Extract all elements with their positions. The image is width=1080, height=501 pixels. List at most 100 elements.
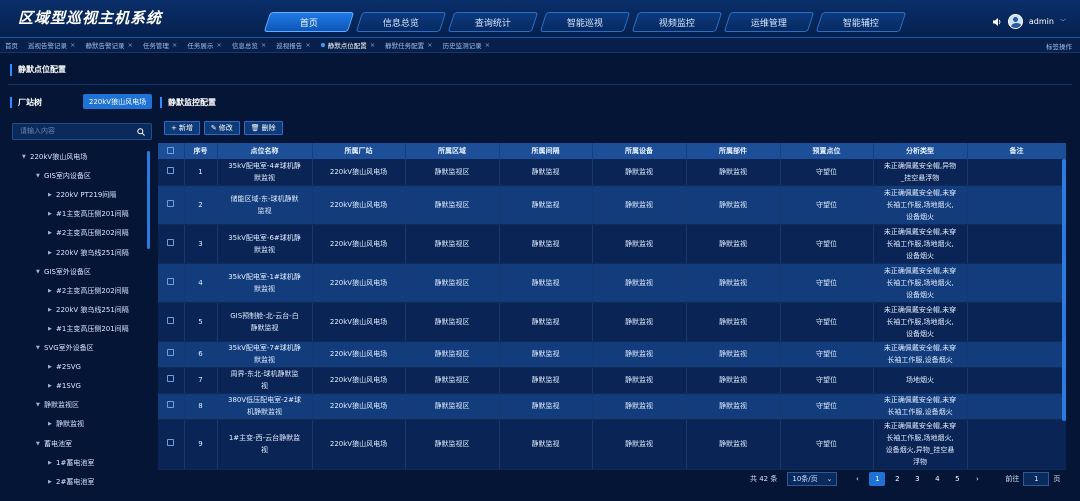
close-icon[interactable]: ×	[485, 41, 490, 49]
page-2-button[interactable]: 2	[889, 472, 905, 486]
page-5-button[interactable]: 5	[949, 472, 965, 486]
close-icon[interactable]: ×	[370, 41, 375, 49]
search-icon[interactable]	[137, 128, 145, 136]
table-row[interactable]: 5 GIS预制舱-北-云台-白 静默监视 220kV狼山风电场 静默监视区 静默监视 静默监…	[158, 302, 1066, 342]
page-4-button[interactable]: 4	[929, 472, 945, 486]
close-icon[interactable]: ×	[427, 41, 432, 49]
edit-button[interactable]: ✎ 修改	[203, 121, 240, 135]
chevron-down-icon[interactable]: ﹀	[1060, 17, 1066, 26]
tree-search-input[interactable]	[12, 123, 152, 140]
open-tab-10[interactable]: 历史监测记录 ×	[443, 40, 490, 50]
table-row[interactable]: 9 1#主变-西-云台静默监视 220kV狼山风电场 静默监视区 静默监视 静默监视 静默监…	[158, 419, 1066, 470]
avatar[interactable]	[1007, 14, 1023, 29]
caret-down-icon[interactable]: ▼	[22, 154, 30, 160]
tree-node[interactable]: ▶ #2SVG	[48, 361, 81, 373]
tree-node[interactable]: ▶ #2主变高压侧202间隔	[48, 285, 129, 297]
close-icon[interactable]: ×	[305, 41, 310, 49]
caret-down-icon[interactable]: ▼	[36, 402, 44, 408]
select-all-checkbox[interactable]	[167, 146, 175, 154]
page-1-button[interactable]: 1	[869, 472, 886, 486]
table-row[interactable]: 3 35kV配电室-6#球机静 默监视 220kV狼山风电场 静默监视区 静默监视 静默监视…	[158, 224, 1066, 264]
tree-node[interactable]: ▶ #1SVG	[48, 380, 81, 392]
prev-page-icon[interactable]: ‹	[849, 472, 865, 486]
caret-right-icon[interactable]: ▶	[48, 230, 56, 236]
tree-node[interactable]: ▶ #2主变高压侧202间隔	[48, 227, 129, 239]
nav-tab-1[interactable]: 首页	[263, 12, 355, 32]
open-tab-4[interactable]: 任务管理 ×	[143, 40, 177, 50]
table-row[interactable]: 2 储能区域-东-球机静默 监视 220kV狼山风电场 静默监视区 静默监视 静默监视 静默监…	[158, 185, 1066, 225]
tree-node[interactable]: ▼ GIS室外设备区	[36, 266, 91, 278]
table-row[interactable]: 4 35kV配电室-1#球机静 默监视 220kV狼山风电场 静默监视区 静默监视 静默监视…	[158, 263, 1066, 303]
tree-node[interactable]: ▼ 蓄电池室	[36, 438, 72, 450]
caret-down-icon[interactable]: ▼	[36, 269, 44, 275]
caret-right-icon[interactable]: ▶	[48, 211, 56, 217]
nav-tab-5[interactable]: 视频监控	[631, 12, 723, 32]
next-page-icon[interactable]: ›	[969, 472, 985, 486]
nav-tab-6[interactable]: 运维管理	[723, 12, 815, 32]
row-checkbox[interactable]	[167, 401, 175, 408]
caret-right-icon[interactable]: ▶	[48, 421, 56, 427]
caret-right-icon[interactable]: ▶	[48, 364, 56, 370]
open-tab-1[interactable]: 首页	[5, 40, 18, 50]
delete-button[interactable]: 🗑 删除	[243, 121, 283, 135]
caret-right-icon[interactable]: ▶	[48, 326, 56, 332]
goto-page-input[interactable]: 1	[1023, 472, 1050, 486]
close-icon[interactable]: ×	[261, 41, 266, 49]
caret-down-icon[interactable]: ▼	[36, 173, 44, 179]
tree-scrollbar[interactable]	[147, 151, 150, 249]
nav-tab-2[interactable]: 信息总览	[355, 12, 447, 32]
row-checkbox[interactable]	[167, 238, 175, 246]
page-3-button[interactable]: 3	[909, 472, 925, 486]
row-checkbox[interactable]	[167, 199, 175, 207]
open-tab-8[interactable]: 静默点位配置 ×	[321, 40, 375, 50]
tab-operations[interactable]: 标签操作	[1046, 41, 1072, 51]
caret-down-icon[interactable]: ▼	[36, 441, 44, 447]
tree-node[interactable]: ▶ 2#蓄电池室	[48, 476, 94, 488]
row-checkbox[interactable]	[167, 349, 175, 356]
row-checkbox[interactable]	[167, 439, 175, 446]
open-tab-5[interactable]: 任务展示 ×	[187, 40, 221, 50]
caret-down-icon[interactable]: ▼	[36, 345, 44, 351]
tree-node[interactable]: ▼ 静默监视区	[36, 399, 79, 411]
tree-node[interactable]: ▶ 1#蓄电池室	[48, 457, 94, 469]
volume-icon[interactable]	[992, 17, 1002, 27]
caret-right-icon[interactable]: ▶	[48, 288, 56, 294]
table-row[interactable]: 6 35kV配电室-7#球机静 默监视 220kV狼山风电场 静默监视区 静默监视 静默监视…	[158, 341, 1066, 368]
close-icon[interactable]: ×	[216, 41, 221, 49]
open-tab-9[interactable]: 静默任务配置 ×	[385, 40, 432, 50]
tree-node[interactable]: ▶ 220kV PT219间隔	[48, 189, 116, 201]
caret-right-icon[interactable]: ▶	[48, 383, 56, 389]
close-icon[interactable]: ×	[172, 41, 177, 49]
tree-node[interactable]: ▼ GIS室内设备区	[36, 170, 91, 182]
caret-right-icon[interactable]: ▶	[48, 460, 56, 466]
open-tab-6[interactable]: 信息总览 ×	[232, 40, 266, 50]
open-tab-2[interactable]: 巡视告警记录 ×	[28, 40, 75, 50]
table-row[interactable]: 1 35kV配电室-4#球机静 默监视 220kV狼山风电场 静默监视区 静默监视 静默监视…	[158, 159, 1066, 186]
close-icon[interactable]: ×	[70, 41, 75, 49]
caret-right-icon[interactable]: ▶	[48, 307, 56, 313]
tree-node[interactable]: ▼ 220kV狼山风电场	[22, 151, 87, 163]
table-row[interactable]: 8 380V低压配电室-2#球 机静默监视 220kV狼山风电场 静默监视区 静默监视 静默…	[158, 393, 1066, 420]
row-checkbox[interactable]	[167, 375, 175, 382]
nav-tab-7[interactable]: 智能辅控	[815, 12, 907, 32]
caret-right-icon[interactable]: ▶	[48, 479, 56, 485]
open-tab-7[interactable]: 巡视报告 ×	[276, 40, 310, 50]
tree-node[interactable]: ▶ #1主变高压侧201间隔	[48, 208, 129, 220]
tree-node[interactable]: ▶ 静默监视	[48, 418, 84, 430]
tree-node[interactable]: ▶ 220kV 狼乌线251间隔	[48, 247, 129, 259]
close-icon[interactable]: ×	[127, 41, 132, 49]
nav-tab-4[interactable]: 智能巡视	[539, 12, 631, 32]
caret-right-icon[interactable]: ▶	[48, 192, 56, 198]
nav-tab-3[interactable]: 查询统计	[447, 12, 539, 32]
page-size-select[interactable]: 10条/页 ⌄	[787, 472, 838, 486]
station-select-button[interactable]: 220kV狼山风电场	[83, 94, 152, 109]
username[interactable]: admin	[1029, 17, 1054, 26]
row-checkbox[interactable]	[167, 166, 175, 174]
table-scrollbar[interactable]	[1062, 159, 1066, 421]
caret-right-icon[interactable]: ▶	[48, 250, 56, 256]
tree-node[interactable]: ▶ #1主变高压侧201间隔	[48, 323, 129, 335]
tree-node[interactable]: ▶ 220kV 狼乌线251间隔	[48, 304, 129, 316]
table-row[interactable]: 7 周界-东北-球机静默监视 220kV狼山风电场 静默监视区 静默监视 静默监视 静默监视…	[158, 367, 1066, 394]
row-checkbox[interactable]	[167, 277, 175, 285]
row-checkbox[interactable]	[167, 316, 175, 324]
